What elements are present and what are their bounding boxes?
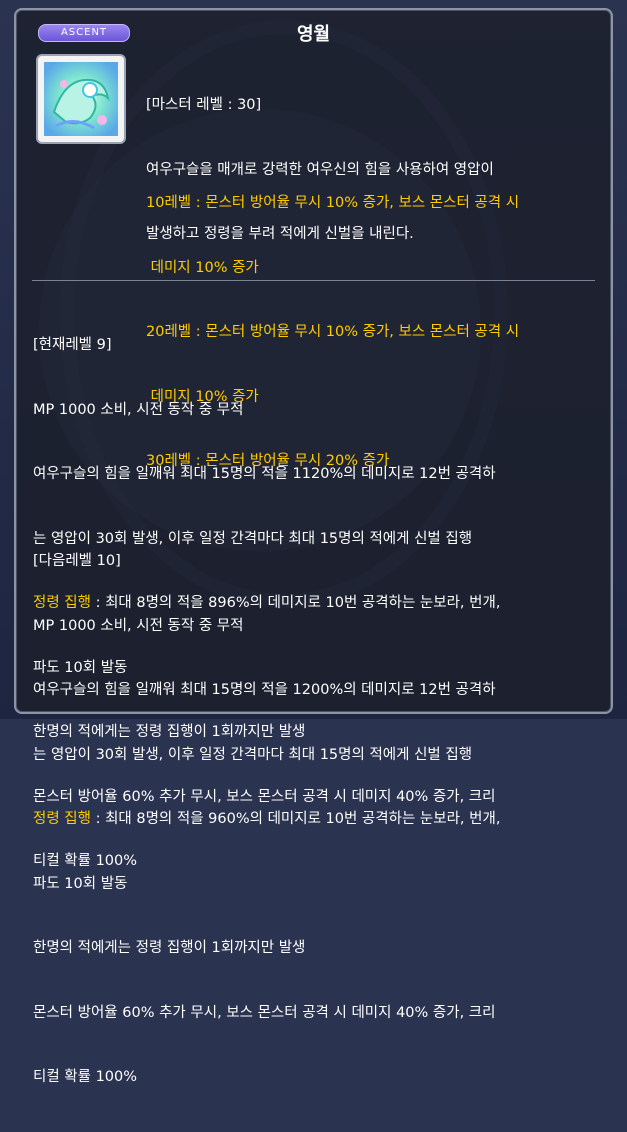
skill-icon-frame [36, 54, 126, 144]
next-line: 여우구슬의 힘을 일깨워 최대 15명의 적을 1200%의 데미지로 12번 … [33, 682, 496, 698]
next-line: 한명의 적에게는 정령 집행이 1회까지만 발생 [33, 940, 306, 956]
next-spirit-line: 정령 집행 : 최대 8명의 적을 960%의 데미지로 10번 공격하는 눈보… [33, 809, 500, 831]
current-line: MP 1000 소비, 시전 동작 중 무적 [33, 401, 244, 418]
skill-title: 영월 [296, 24, 331, 45]
next-line: 티컬 확률 100% [33, 1069, 138, 1085]
next-line: 파도 10회 발동 [33, 875, 128, 892]
next-level-header: [다음레벨 10] [33, 553, 121, 569]
spirit-label: 정령 집행 [33, 811, 91, 827]
spirit-text: : 최대 8명의 적을 960%의 데미지로 10번 공격하는 눈보라, 번개, [90, 811, 501, 827]
current-line: 여우구슬의 힘을 일깨워 최대 15명의 적을 1120%의 데미지로 12번 … [33, 466, 496, 482]
next-level-section: [다음레벨 10] MP 1000 소비, 시전 동작 중 무적 여우구슬의 힘… [33, 508, 500, 1132]
master-level: [마스터 레벨 : 30] [146, 97, 262, 113]
level-bonus-10: 10레벨 : 몬스터 방어율 무시 10% 증가, 보스 몬스터 공격 시 [146, 195, 520, 211]
next-line: 는 영압이 30회 발생, 이후 일정 간격마다 최대 15명의 적에게 신벌 … [33, 746, 473, 763]
skill-tooltip: ASCENT 영월 [마스터 레벨 : 30] 여우구슬을 매개로 강력한 여우… [14, 8, 613, 1085]
current-level-header: [현재레벨 9] [33, 337, 112, 353]
next-line: 몬스터 방어율 60% 추가 무시, 보스 몬스터 공격 시 데미지 40% 증… [33, 1004, 496, 1021]
section-divider [32, 280, 595, 281]
fox-spirit-skill-icon [44, 62, 118, 136]
next-line: MP 1000 소비, 시전 동작 중 무적 [33, 617, 244, 634]
level-bonus-10-cont: 데미지 10% 증가 [146, 259, 259, 276]
